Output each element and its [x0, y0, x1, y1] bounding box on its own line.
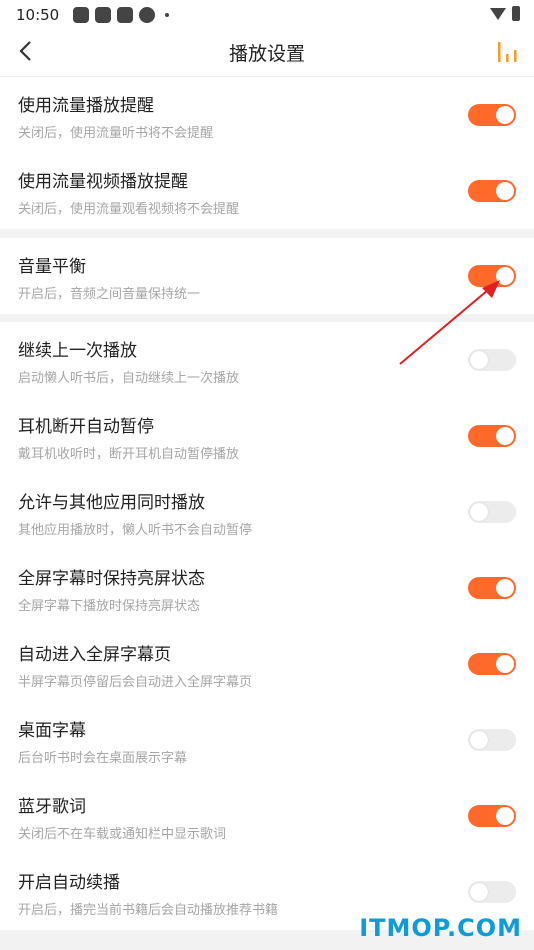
- toggle-knob: [496, 579, 514, 597]
- setting-title: 允许与其他应用同时播放: [18, 493, 205, 513]
- setting-title: 蓝牙歌词: [18, 797, 86, 817]
- setting-toggle[interactable]: [468, 501, 516, 523]
- setting-subtitle: 关闭后，使用流量观看视频将不会提醒: [18, 202, 240, 217]
- setting-title: 继续上一次播放: [18, 341, 137, 361]
- toggle-knob: [470, 883, 488, 901]
- setting-toggle[interactable]: [468, 881, 516, 903]
- setting-subtitle: 其他应用播放时，懒人听书不会自动暂停: [18, 523, 253, 538]
- setting-title: 使用流量视频播放提醒: [18, 172, 188, 192]
- settings-group: 音量平衡开启后，音频之间音量保持统一: [0, 238, 534, 314]
- setting-row[interactable]: 桌面字幕后台听书时会在桌面展示字幕: [0, 702, 534, 778]
- setting-subtitle: 关闭后，使用流量听书将不会提醒: [18, 126, 214, 141]
- setting-toggle[interactable]: [468, 180, 516, 202]
- battery-icon: [512, 6, 520, 21]
- setting-row[interactable]: 耳机断开自动暂停戴耳机收听时，断开耳机自动暂停播放: [0, 398, 534, 474]
- status-bar: 10:50: [0, 0, 534, 30]
- setting-subtitle: 后台听书时会在桌面展示字幕: [18, 751, 188, 766]
- notification-icons: [73, 7, 170, 23]
- status-time: 10:50: [16, 6, 60, 24]
- setting-title: 自动进入全屏字幕页: [18, 645, 171, 665]
- toggle-knob: [496, 655, 514, 673]
- toggle-knob: [496, 427, 514, 445]
- setting-toggle[interactable]: [468, 653, 516, 675]
- header-bar: 播放设置: [0, 30, 534, 77]
- setting-subtitle: 戴耳机收听时，断开耳机自动暂停播放: [18, 447, 240, 462]
- setting-toggle[interactable]: [468, 729, 516, 751]
- toggle-knob: [496, 267, 514, 285]
- setting-subtitle: 全屏字幕下播放时保持亮屏状态: [18, 599, 201, 614]
- setting-toggle[interactable]: [468, 104, 516, 126]
- setting-subtitle: 半屏字幕页停留后会自动进入全屏字幕页: [18, 675, 253, 690]
- setting-title: 使用流量播放提醒: [18, 96, 154, 116]
- setting-title: 桌面字幕: [18, 721, 86, 741]
- setting-subtitle: 开启后，播完当前书籍后会自动播放推荐书籍: [18, 903, 279, 918]
- setting-row[interactable]: 音量平衡开启后，音频之间音量保持统一: [0, 238, 534, 314]
- watermark: ITMOP.COM: [359, 914, 522, 942]
- page-title: 播放设置: [228, 43, 305, 65]
- setting-subtitle: 关闭后不在车载或通知栏中显示歌词: [18, 827, 227, 842]
- setting-row[interactable]: 继续上一次播放启动懒人听书后，自动继续上一次播放: [0, 322, 534, 398]
- toggle-knob: [470, 731, 488, 749]
- wifi-icon: [490, 7, 506, 20]
- toggle-knob: [496, 106, 514, 124]
- toggle-knob: [470, 503, 488, 521]
- toggle-knob: [496, 182, 514, 200]
- setting-title: 开启自动续播: [18, 873, 120, 893]
- setting-row[interactable]: 允许与其他应用同时播放其他应用播放时，懒人听书不会自动暂停: [0, 474, 534, 550]
- setting-toggle[interactable]: [468, 265, 516, 287]
- setting-title: 全屏字幕时保持亮屏状态: [18, 569, 205, 589]
- status-right: [490, 6, 520, 21]
- setting-row[interactable]: 使用流量视频播放提醒关闭后，使用流量观看视频将不会提醒: [0, 153, 534, 229]
- ball-icon: [139, 7, 156, 23]
- bars-icon[interactable]: [496, 40, 520, 64]
- more-dot-icon: [165, 13, 170, 17]
- toggle-knob: [470, 351, 488, 369]
- setting-toggle[interactable]: [468, 349, 516, 371]
- toggle-knob: [496, 807, 514, 825]
- setting-title: 音量平衡: [18, 257, 86, 277]
- app-icon: [73, 7, 90, 23]
- setting-row[interactable]: 全屏字幕时保持亮屏状态全屏字幕下播放时保持亮屏状态: [0, 550, 534, 626]
- app-icon: [117, 7, 134, 23]
- setting-row[interactable]: 蓝牙歌词关闭后不在车载或通知栏中显示歌词: [0, 778, 534, 854]
- setting-title: 耳机断开自动暂停: [18, 417, 154, 437]
- setting-subtitle: 开启后，音频之间音量保持统一: [18, 287, 201, 302]
- setting-row[interactable]: 自动进入全屏字幕页半屏字幕页停留后会自动进入全屏字幕页: [0, 626, 534, 702]
- setting-toggle[interactable]: [468, 805, 516, 827]
- setting-subtitle: 启动懒人听书后，自动继续上一次播放: [18, 371, 240, 386]
- app-icon: [95, 7, 112, 23]
- setting-toggle[interactable]: [468, 425, 516, 447]
- setting-row[interactable]: 使用流量播放提醒关闭后，使用流量听书将不会提醒: [0, 77, 534, 153]
- settings-group: 使用流量播放提醒 关闭后，使用流量听书将不会提醒 使用流量视频播放提醒 关闭后，使用流…: [0, 77, 534, 229]
- settings-group: 继续上一次播放启动懒人听书后，自动继续上一次播放耳机断开自动暂停戴耳机收听时，断…: [0, 322, 534, 930]
- setting-toggle[interactable]: [468, 577, 516, 599]
